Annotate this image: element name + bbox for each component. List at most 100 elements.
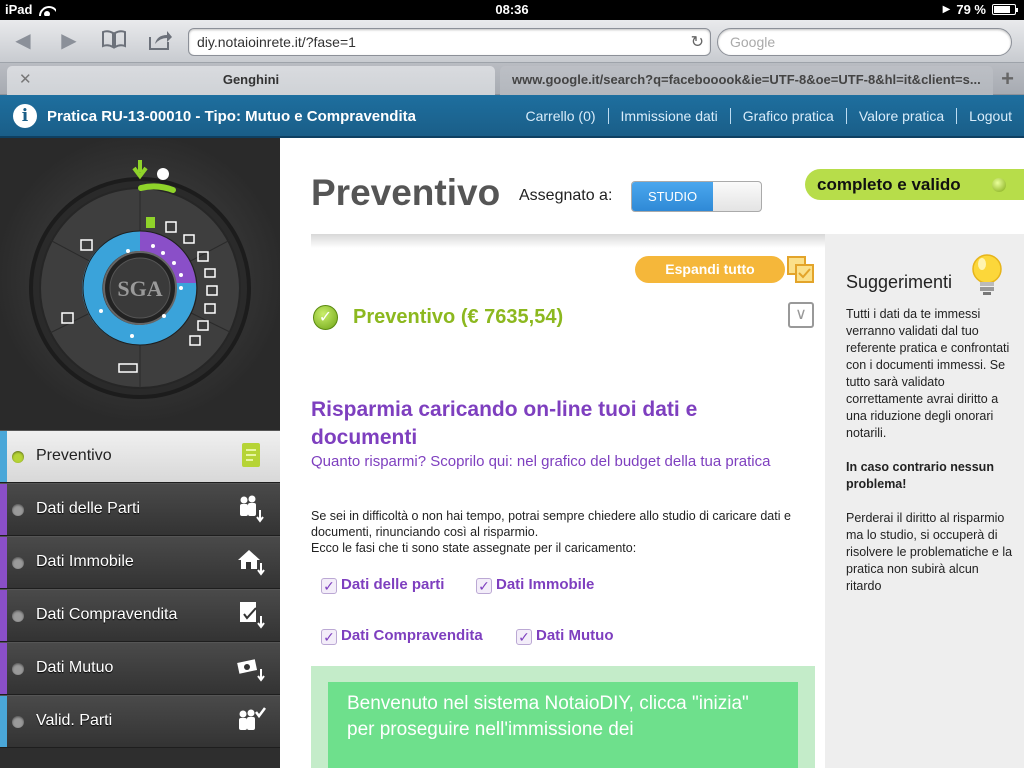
url-text: diy.notaioinrete.it/?fase=1	[197, 34, 356, 50]
sidebar-menu: Preventivo Dati delle Parti Dati Immobil…	[0, 430, 280, 748]
phase-dati-compravendita[interactable]: ✓ Dati Compravendita	[321, 627, 483, 645]
section-title[interactable]: Preventivo (€ 7635,54)	[353, 306, 563, 329]
tab-inactive[interactable]: www.google.it/search?q=facebooook&ie=UTF…	[500, 66, 993, 95]
phase-label: Dati Immobile	[496, 576, 595, 593]
site-header: i Pratica RU-13-00010 - Tipo: Mutuo e Co…	[0, 95, 1024, 138]
nav-value[interactable]: Valore pratica	[847, 108, 958, 124]
battery-icon	[992, 4, 1018, 15]
status-dot	[12, 663, 24, 675]
expand-all-button[interactable]: Espandi tutto	[635, 256, 785, 283]
item-bar	[0, 484, 7, 535]
info-text: Se sei in difficoltà o non hai tempo, po…	[311, 508, 791, 556]
play-icon: ▶	[942, 4, 951, 15]
info-icon[interactable]: i	[13, 104, 37, 128]
item-bar	[0, 643, 7, 694]
status-dot	[12, 610, 24, 622]
lightbulb-icon	[970, 252, 1004, 298]
clock: 08:36	[495, 2, 529, 17]
tips-paragraph: Perderai il diritto al risparmio ma lo s…	[846, 511, 1013, 593]
welcome-box: Benvenuto nel sistema NotaioDIY, clicca …	[311, 666, 815, 768]
phase-dati-mutuo[interactable]: ✓ Dati Mutuo	[516, 627, 613, 645]
phase-label: Dati delle parti	[341, 576, 445, 593]
top-nav: Carrello (0) Immissione dati Grafico pra…	[514, 108, 1012, 124]
forward-icon[interactable]: ▶	[56, 29, 82, 53]
people-check-icon	[236, 706, 266, 736]
status-dot	[12, 716, 24, 728]
back-icon[interactable]: ◀	[10, 29, 36, 53]
url-field[interactable]: diy.notaioinrete.it/?fase=1 ↻	[188, 28, 711, 56]
ios-status-bar: iPad 08:36 ▶ 79 %	[0, 0, 1024, 20]
sidebar: SGA Preventivo Dati delle Parti Dati Imm…	[0, 138, 280, 768]
status-badge: completo e valido	[805, 169, 1024, 200]
phase-dati-immobile[interactable]: ✓ Dati Immobile	[476, 576, 594, 594]
phase-dati-parti[interactable]: ✓ Dati delle parti	[321, 576, 444, 594]
page-title: Preventivo	[311, 172, 501, 213]
item-bar	[0, 696, 7, 747]
item-bar	[0, 590, 7, 641]
nav-logout[interactable]: Logout	[957, 108, 1012, 124]
tips-paragraph: Tutti i dati da te immessi verranno vali…	[846, 307, 1010, 440]
chevron-down-icon[interactable]: ∨	[788, 302, 814, 328]
phase-label: Dati Mutuo	[536, 627, 614, 644]
info-line-2: Ecco le fasi che ti sono state assegnate…	[311, 541, 637, 555]
assignee-toggle[interactable]: STUDIO	[631, 181, 762, 212]
house-icon	[236, 547, 266, 577]
wheel-center-text: SGA	[117, 276, 162, 301]
item-bar	[0, 431, 7, 482]
checkbox-icon: ✓	[321, 578, 337, 594]
phase-label: Dati Compravendita	[341, 627, 483, 644]
share-icon[interactable]	[147, 29, 173, 53]
search-placeholder: Google	[730, 34, 776, 50]
toggle-label: STUDIO	[632, 182, 713, 211]
sidebar-item-dati-immobile[interactable]: Dati Immobile	[0, 536, 280, 589]
item-bar	[0, 537, 7, 588]
check-icon: ✓	[313, 305, 338, 330]
close-tab-icon[interactable]: ✕	[19, 66, 32, 94]
checkbox-icon: ✓	[321, 629, 337, 645]
progress-wheel: SGA	[0, 138, 280, 430]
nav-chart[interactable]: Grafico pratica	[731, 108, 847, 124]
status-led-icon	[992, 178, 1006, 192]
reload-icon[interactable]: ↻	[691, 32, 704, 52]
sidebar-item-label: Dati Mutuo	[36, 659, 114, 676]
sidebar-item-dati-mutuo[interactable]: Dati Mutuo	[0, 642, 280, 695]
sidebar-item-label: Valid. Parti	[36, 712, 113, 729]
assigned-label: Assegnato a:	[519, 187, 613, 204]
budget-link[interactable]: Quanto risparmi? Scoprilo qui: nel grafi…	[311, 452, 781, 472]
checkbox-icon: ✓	[476, 578, 492, 594]
expand-all-icon[interactable]	[786, 255, 816, 285]
bookmarks-icon[interactable]	[101, 29, 127, 53]
people-icon	[236, 494, 266, 524]
tab-title: Genghini	[222, 72, 280, 87]
status-dot	[12, 557, 24, 569]
tab-active[interactable]: ✕ Genghini	[7, 66, 495, 95]
status-dot	[12, 504, 24, 516]
sidebar-item-valid-parti[interactable]: Valid. Parti	[0, 695, 280, 748]
sidebar-item-dati-parti[interactable]: Dati delle Parti	[0, 483, 280, 536]
money-icon	[236, 653, 266, 683]
status-dot	[12, 451, 24, 463]
search-field[interactable]: Google	[717, 28, 1012, 56]
tips-title: Suggerimenti	[846, 272, 953, 292]
save-title: Risparmia caricando on-line tuoi dati e …	[311, 398, 698, 449]
sidebar-item-label: Dati Immobile	[36, 553, 134, 570]
status-text: completo e valido	[817, 175, 961, 194]
sidebar-item-label: Preventivo	[36, 447, 112, 464]
tab-title: www.google.it/search?q=facebooook&ie=UTF…	[512, 72, 981, 87]
info-line-1: Se sei in difficoltà o non hai tempo, po…	[311, 509, 791, 539]
battery-percent: 79 %	[956, 2, 986, 17]
main-content: Preventivo Assegnato a: STUDIO completo …	[280, 138, 1024, 768]
sidebar-item-dati-compravendita[interactable]: Dati Compravendita	[0, 589, 280, 642]
divider	[311, 234, 825, 248]
tips-paragraph-bold: In caso contrario nessun problema!	[846, 460, 994, 491]
nav-data-entry[interactable]: Immissione dati	[609, 108, 731, 124]
tips-body: Tutti i dati da te immessi verranno vali…	[846, 306, 1014, 612]
checkbox-icon: ✓	[516, 629, 532, 645]
tips-panel: Suggerimenti Tutti i dati da te immessi …	[825, 234, 1024, 768]
add-tab-icon[interactable]: +	[1001, 66, 1014, 92]
contract-icon	[236, 600, 266, 630]
sidebar-item-label: Dati delle Parti	[36, 500, 141, 517]
welcome-text: Benvenuto nel sistema NotaioDIY, clicca …	[328, 682, 798, 768]
sidebar-item-preventivo[interactable]: Preventivo	[0, 430, 280, 483]
nav-cart[interactable]: Carrello (0)	[514, 108, 609, 124]
